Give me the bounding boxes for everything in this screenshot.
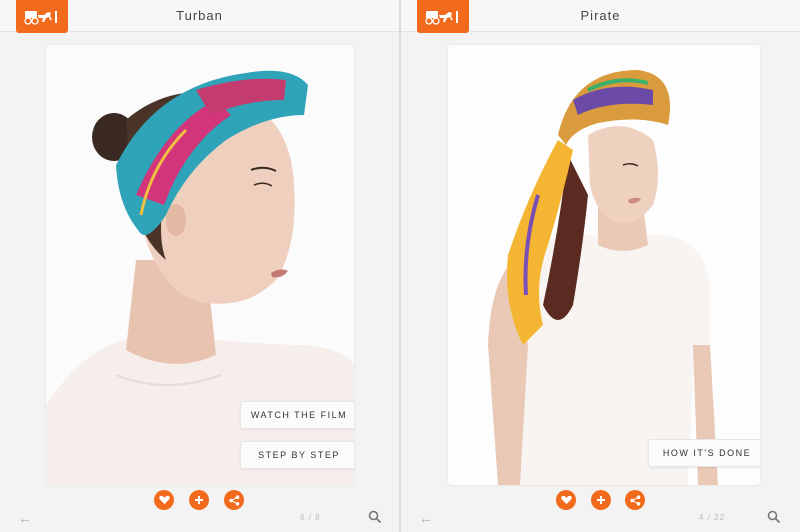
page-indicator: 6 / 8 <box>300 513 321 522</box>
share-icon <box>228 494 239 506</box>
page-title: Turban <box>176 8 223 23</box>
look-card[interactable]: WATCH THE FILM STEP BY STEP <box>46 45 354 485</box>
screen-right: Pirate HOW IT'S DONE ← 4 / 22 <box>401 0 800 532</box>
heart-icon <box>158 495 170 505</box>
heart-icon <box>560 495 572 505</box>
back-arrow-icon[interactable]: ← <box>18 510 32 526</box>
top-bar: Turban <box>0 0 399 33</box>
screen-left: Turban WATCH THE FILM STEP BY STEP ← 6 /… <box>0 0 399 532</box>
step-by-step-button[interactable]: STEP BY STEP <box>240 441 354 469</box>
share-button[interactable] <box>625 490 645 510</box>
page-title: Pirate <box>580 8 621 23</box>
search-icon[interactable] <box>368 510 382 524</box>
page-indicator: 4 / 22 <box>699 513 726 522</box>
how-its-done-button[interactable]: HOW IT'S DONE <box>648 439 760 467</box>
watch-film-button[interactable]: WATCH THE FILM <box>240 401 354 429</box>
share-icon <box>629 494 640 506</box>
search-icon[interactable] <box>767 510 781 524</box>
favorite-button[interactable] <box>556 490 576 510</box>
add-button[interactable] <box>189 490 209 510</box>
plus-icon <box>195 496 203 504</box>
top-bar: Pirate <box>401 0 800 33</box>
add-button[interactable] <box>591 490 611 510</box>
back-arrow-icon[interactable]: ← <box>419 510 433 526</box>
favorite-button[interactable] <box>154 490 174 510</box>
look-card[interactable]: HOW IT'S DONE <box>448 45 760 485</box>
plus-icon <box>597 496 605 504</box>
pirate-model-photo <box>448 45 760 485</box>
share-button[interactable] <box>224 490 244 510</box>
